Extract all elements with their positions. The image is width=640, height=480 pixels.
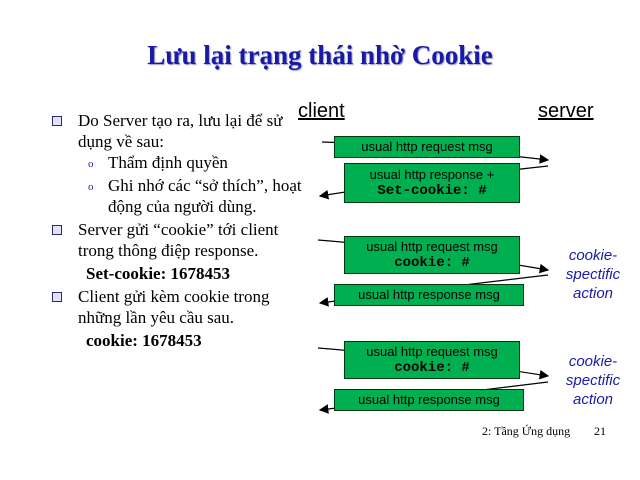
message-cookie-text: cookie: # bbox=[394, 360, 470, 376]
cookie-action-label: cookie-spectific action bbox=[565, 353, 621, 408]
message-text: usual http response + bbox=[369, 167, 495, 182]
footer-chapter: 2: Tầng Ứng dụng bbox=[482, 424, 571, 438]
message-cookie-text: Set-cookie: # bbox=[377, 183, 487, 199]
message-box: usual http request msg cookie: # bbox=[344, 341, 520, 379]
arrows-layer bbox=[317, 141, 550, 414]
message-text: usual http request msg bbox=[366, 239, 498, 254]
message-box: usual http request msg cookie: # bbox=[344, 236, 520, 274]
message-box: usual http response + Set-cookie: # bbox=[344, 163, 520, 203]
message-text: usual http request msg bbox=[366, 344, 498, 359]
message-box: usual http request msg bbox=[334, 136, 520, 158]
message-cookie-text: cookie: # bbox=[394, 255, 470, 271]
footer-page-number: 21 bbox=[594, 424, 606, 438]
message-text: usual http response msg bbox=[358, 287, 500, 302]
message-box: usual http response msg bbox=[334, 284, 524, 306]
cookie-action-label: cookie-spectific action bbox=[565, 247, 621, 302]
message-text: usual http request msg bbox=[361, 139, 493, 154]
message-text: usual http response msg bbox=[358, 392, 500, 407]
message-box: usual http response msg bbox=[334, 389, 524, 411]
